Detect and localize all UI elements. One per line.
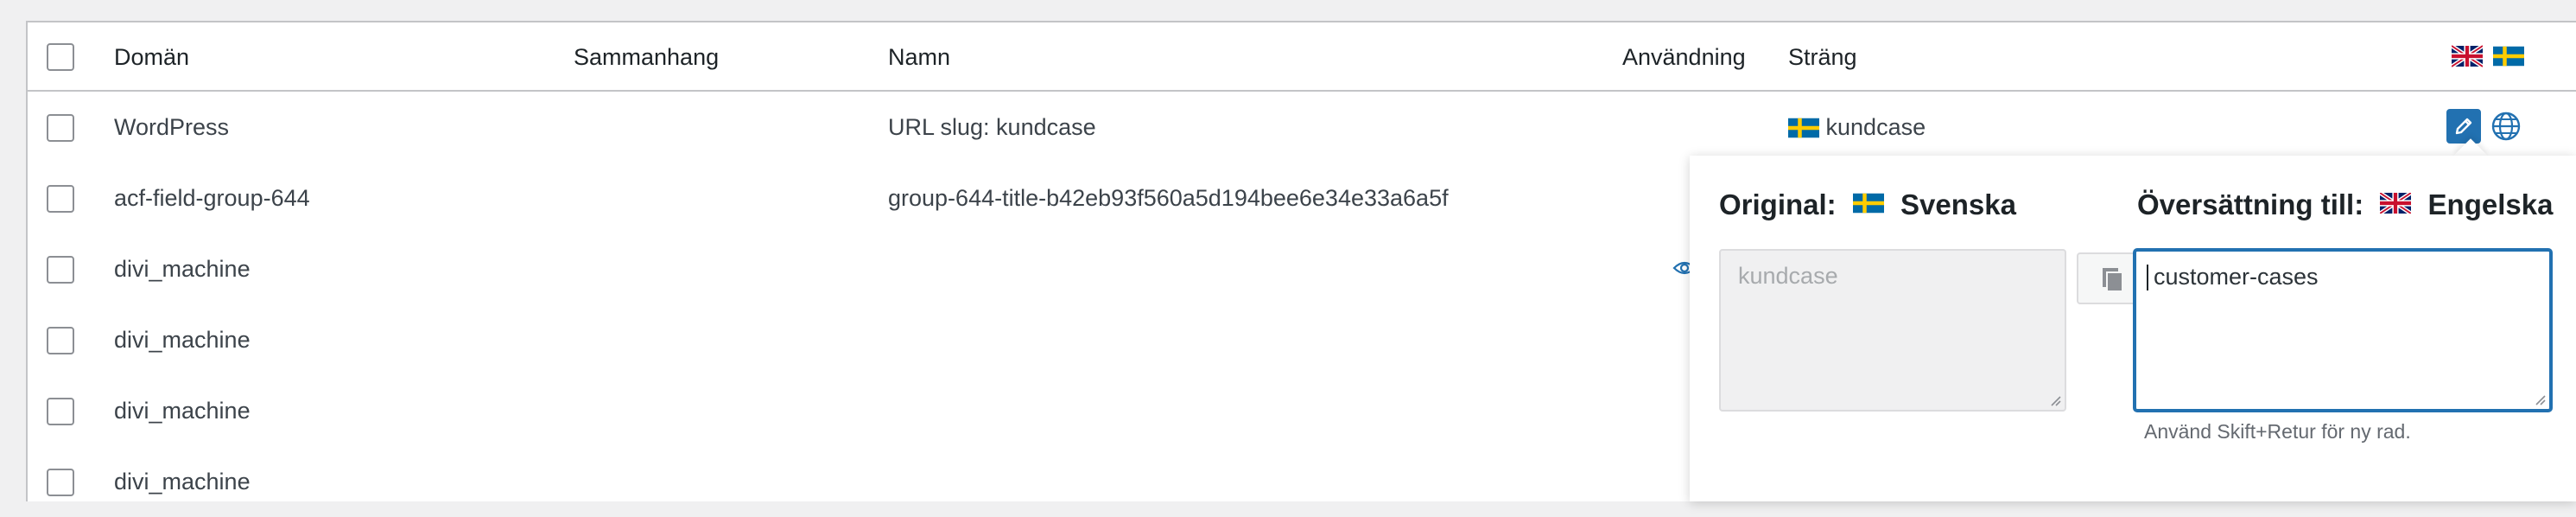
column-domain[interactable]: Domän (114, 22, 189, 92)
translation-heading: Översättning till: Engelska (2137, 188, 2553, 223)
translation-text: customer-cases (2154, 264, 2319, 290)
row-domain: divi_machine (114, 398, 251, 424)
translation-language: Engelska (2427, 188, 2554, 220)
row-string: kundcase (1788, 92, 1926, 163)
row-checkbox[interactable] (47, 256, 74, 284)
copy-original-button[interactable] (2077, 252, 2142, 304)
original-label: Original: (1719, 188, 1837, 220)
original-text-field: kundcase (1719, 249, 2066, 412)
row-checkbox[interactable] (47, 185, 74, 213)
text-caret (2147, 265, 2148, 290)
row-checkbox[interactable] (47, 469, 74, 496)
original-text: kundcase (1738, 263, 1838, 289)
row-domain: divi_machine (114, 256, 251, 282)
translation-popover: Original: Svenska Översättning till: Eng… (1690, 156, 2576, 501)
original-heading: Original: Svenska (1719, 188, 2016, 223)
flag-sweden-icon (1788, 93, 1819, 164)
row-domain: divi_machine (114, 327, 251, 353)
resize-grip-icon[interactable] (2049, 394, 2061, 406)
row-string-value: kundcase (1825, 114, 1926, 140)
row-domain: acf-field-group-644 (114, 185, 310, 211)
table-header: Domän Sammanhang Namn Användning Sträng (28, 22, 2576, 92)
flag-sweden-icon[interactable] (2493, 45, 2524, 72)
translation-label: Översättning till: (2137, 188, 2364, 220)
edit-translation-button[interactable] (2446, 109, 2481, 144)
column-context[interactable]: Sammanhang (574, 22, 719, 92)
table-row: WordPress URL slug: kundcase kundcase (28, 92, 2576, 163)
flag-sweden-icon (1852, 188, 1884, 220)
row-domain: WordPress (114, 114, 230, 140)
pencil-icon (2455, 118, 2472, 135)
row-checkbox[interactable] (47, 327, 74, 354)
column-string[interactable]: Sträng (1788, 22, 1857, 92)
row-checkbox[interactable] (47, 398, 74, 425)
select-all-checkbox[interactable] (47, 43, 74, 71)
resize-grip-icon[interactable] (2534, 393, 2546, 405)
row-name: URL slug: kundcase (888, 114, 1096, 140)
translation-textarea[interactable]: customer-cases (2134, 249, 2552, 412)
original-language: Svenska (1900, 188, 2016, 220)
flag-uk-icon (2379, 188, 2413, 220)
flag-uk-icon[interactable] (2450, 44, 2484, 72)
row-name: group-644-title-b42eb93f560a5d194bee6e34… (888, 185, 1449, 211)
column-usage[interactable]: Användning (1622, 22, 1746, 92)
globe-icon[interactable] (2490, 110, 2522, 143)
column-name[interactable]: Namn (888, 22, 950, 92)
row-checkbox[interactable] (47, 114, 74, 142)
newline-hint: Använd Skift+Retur för ny rad. (2144, 420, 2411, 443)
row-domain: divi_machine (114, 469, 251, 495)
